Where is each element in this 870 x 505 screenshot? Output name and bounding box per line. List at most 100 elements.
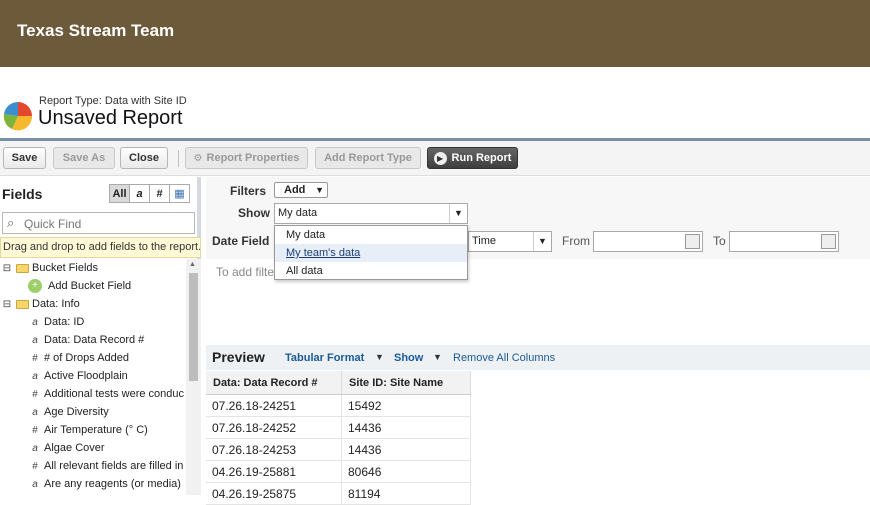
calendar-icon[interactable] <box>685 234 700 249</box>
tree-item-label: Bucket Fields <box>32 262 99 274</box>
save-button[interactable]: Save <box>3 147 46 169</box>
add-filter-button[interactable]: Add ▼ <box>274 182 328 198</box>
run-report-label: Run Report <box>451 152 512 164</box>
tabular-format-link[interactable]: Tabular Format <box>285 352 364 364</box>
type-number-button[interactable]: # <box>149 184 170 203</box>
folder-icon <box>16 299 29 309</box>
close-button[interactable]: Close <box>120 147 168 169</box>
drag-drop-hint: Drag and drop to add fields to the repor… <box>0 237 201 258</box>
show-option-all-data[interactable]: All data <box>275 262 467 280</box>
field-label: Are any reagents (or media) <box>44 478 181 490</box>
number-type-icon: # <box>32 424 38 436</box>
field-item[interactable]: # Additional tests were conduc <box>0 385 186 403</box>
tree-folder-bucket-fields[interactable]: ⊟ Bucket Fields <box>0 259 186 277</box>
scrollbar-thumb[interactable] <box>189 273 198 381</box>
add-report-type-button[interactable]: Add Report Type <box>315 147 421 169</box>
field-item[interactable]: a Active Floodplain <box>0 367 186 385</box>
scroll-up-icon[interactable]: ▲ <box>189 261 196 268</box>
field-tree: ⊟ Bucket Fields + Add Bucket Field ⊟ Dat… <box>0 259 186 495</box>
quick-find-input[interactable]: ⌕ Quick Find <box>2 212 195 234</box>
report-type-label: Report Type: Data with Site ID <box>39 95 187 107</box>
report-properties-button[interactable]: ⚙ Report Properties <box>185 147 308 169</box>
field-label: Data: ID <box>44 316 85 328</box>
chevron-down-icon[interactable]: ▼ <box>375 352 384 362</box>
to-date-input[interactable] <box>729 231 839 252</box>
text-type-icon: a <box>32 478 38 490</box>
field-label: Additional tests were conduc <box>44 388 185 400</box>
text-type-icon: a <box>32 334 38 346</box>
add-filter-label: Add <box>284 184 306 196</box>
show-select-value: My data <box>278 207 318 219</box>
field-item[interactable]: a Data: Data Record # <box>0 331 186 349</box>
field-item[interactable]: a Data: ID <box>0 313 186 331</box>
to-label: To <box>713 234 726 248</box>
save-as-button[interactable]: Save As <box>53 147 115 169</box>
table-row: 04.26.19-25881 80646 <box>206 461 471 483</box>
app-banner: Texas Stream Team <box>0 0 870 67</box>
report-toolbar: Save Save As Close ⚙ Report Properties A… <box>0 141 870 176</box>
from-date-input[interactable] <box>593 231 703 252</box>
show-label: Show <box>238 206 270 220</box>
chevron-down-icon[interactable]: ▼ <box>433 352 442 362</box>
tree-folder-data-info[interactable]: ⊟ Data: Info <box>0 295 186 313</box>
show-columns-link[interactable]: Show <box>394 352 423 364</box>
show-select[interactable]: My data ▼ <box>274 203 468 224</box>
table-row: 04.26.19-25875 81194 <box>206 483 471 505</box>
collapse-icon[interactable]: ⊟ <box>0 299 14 310</box>
type-text-button[interactable]: a <box>129 184 150 203</box>
preview-title: Preview <box>212 349 265 365</box>
table-cell: 07.26.18-24251 <box>206 395 342 416</box>
field-label: Data: Data Record # <box>44 334 145 346</box>
add-filter-hint: To add filte <box>216 265 275 279</box>
quick-find-placeholder: Quick Find <box>24 217 82 231</box>
collapse-icon[interactable]: ⊟ <box>0 263 14 274</box>
remove-all-columns-link[interactable]: Remove All Columns <box>453 352 555 364</box>
report-builder: Filters Add ▼ Show My data ▼ Date Field … <box>206 177 870 505</box>
field-item[interactable]: # All relevant fields are filled in <box>0 457 186 475</box>
show-option-my-teams-data[interactable]: My team's data <box>275 244 467 262</box>
field-item[interactable]: a Are any reagents (or media) <box>0 475 186 493</box>
fields-title: Fields <box>2 186 43 202</box>
preview-header: Preview Tabular Format ▼ Show ▼ Remove A… <box>206 345 870 370</box>
column-header[interactable]: Data: Data Record # <box>206 371 342 394</box>
fields-panel: Fields All a # ▦ ⌕ Quick Find Drag and d… <box>0 177 201 495</box>
show-option-my-data[interactable]: My data <box>275 226 467 244</box>
date-range-value: Time <box>472 235 497 247</box>
table-row: 07.26.18-24252 14436 <box>206 417 471 439</box>
show-dropdown-menu: My data My team's data All data <box>274 225 468 280</box>
field-item[interactable]: a Age Diversity <box>0 403 186 421</box>
tree-item-label: Add Bucket Field <box>48 280 132 292</box>
tree-item-label: Data: Info <box>32 298 80 310</box>
field-item[interactable]: # Air Temperature (° C) <box>0 421 186 439</box>
report-name: Unsaved Report <box>38 107 183 129</box>
chevron-down-icon: ▼ <box>449 204 467 223</box>
field-item[interactable]: # # of Drops Added <box>0 349 186 367</box>
text-type-icon: a <box>32 406 38 418</box>
date-range-select[interactable]: Time ▼ <box>468 231 552 252</box>
type-date-button[interactable]: ▦ <box>169 184 190 203</box>
date-field-label: Date Field <box>212 234 270 248</box>
run-report-button[interactable]: ▶ Run Report <box>427 147 518 169</box>
preview-table: Data: Data Record # Site ID: Site Name 0… <box>206 371 471 505</box>
text-type-icon: a <box>32 316 38 328</box>
field-label: # of Drops Added <box>44 352 130 364</box>
number-type-icon: # <box>32 388 38 400</box>
table-row: 07.26.18-24253 14436 <box>206 439 471 461</box>
table-cell: 04.26.19-25875 <box>206 483 342 504</box>
table-cell: 14436 <box>342 439 471 460</box>
add-bucket-field-item[interactable]: + Add Bucket Field <box>0 277 186 295</box>
field-type-filter: All a # ▦ <box>109 184 190 203</box>
type-all-button[interactable]: All <box>109 184 130 203</box>
field-label: All relevant fields are filled in <box>44 460 184 472</box>
report-properties-label: Report Properties <box>206 152 300 164</box>
column-header[interactable]: Site ID: Site Name <box>342 371 471 394</box>
search-icon: ⌕ <box>7 215 15 230</box>
field-tree-scrollbar[interactable]: ▲ <box>186 259 201 495</box>
table-cell: 07.26.18-24253 <box>206 439 342 460</box>
field-label: Air Temperature (° C) <box>44 424 148 436</box>
play-icon: ▶ <box>433 151 447 165</box>
filters-label: Filters <box>230 184 267 198</box>
table-cell: 15492 <box>342 395 471 416</box>
calendar-icon[interactable] <box>821 234 836 249</box>
field-item[interactable]: a Algae Cover <box>0 439 186 457</box>
